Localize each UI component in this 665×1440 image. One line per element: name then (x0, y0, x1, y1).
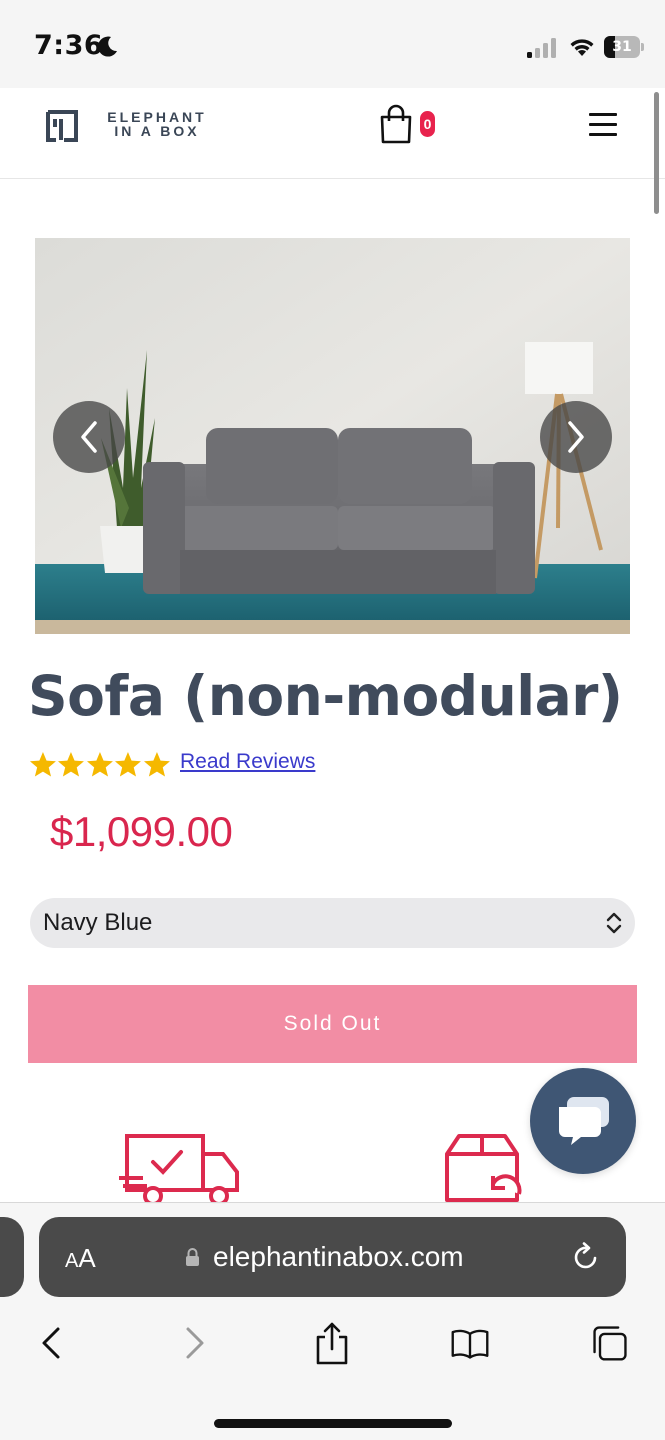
variant-selected-value: Navy Blue (43, 909, 153, 936)
logo-line-1: ELEPHANT (107, 109, 207, 125)
product-title: Sofa (non-modular) (28, 664, 623, 728)
color-variant-select[interactable]: Navy Blue (30, 898, 635, 948)
sold-out-button[interactable]: Sold Out (28, 985, 637, 1063)
product-price: $1,099.00 (50, 808, 233, 855)
lock-icon (186, 1248, 199, 1266)
bookmarks-icon[interactable] (450, 1321, 490, 1365)
return-box-icon (445, 1134, 522, 1202)
url-text: elephantinabox.com (213, 1241, 464, 1272)
carousel-prev-button[interactable] (53, 401, 125, 473)
chevron-right-icon (568, 421, 584, 453)
tabs-icon[interactable] (590, 1321, 630, 1365)
carousel-next-button[interactable] (540, 401, 612, 473)
product-image-carousel[interactable] (35, 238, 630, 634)
chat-icon (559, 1097, 609, 1145)
site-header: ELEPHANT IN A BOX 0 (0, 88, 665, 179)
star-icon (86, 752, 113, 777)
safari-toolbar: AA elephantinabox.com (0, 1202, 665, 1440)
logo-wordmark[interactable]: ELEPHANT IN A BOX (92, 110, 222, 138)
chat-widget-button[interactable] (530, 1068, 636, 1174)
wifi-icon (570, 39, 594, 56)
status-time: 7:36 (34, 30, 104, 61)
star-icon (115, 752, 142, 777)
moon-icon (98, 36, 117, 57)
reload-icon[interactable] (571, 1242, 601, 1272)
forward-icon[interactable] (174, 1321, 214, 1365)
chevron-left-icon (81, 421, 97, 453)
address-bar[interactable]: AA elephantinabox.com (39, 1217, 626, 1297)
cart-count-badge[interactable]: 0 (420, 111, 435, 137)
logo-line-2: IN A BOX (114, 123, 200, 139)
hamburger-menu-icon[interactable] (589, 113, 619, 139)
reader-aa-button[interactable]: AA (65, 1217, 96, 1297)
back-icon[interactable] (32, 1321, 72, 1365)
shopping-bag-icon[interactable] (379, 104, 413, 144)
share-icon[interactable] (312, 1321, 352, 1365)
previous-tab-url-bar[interactable] (0, 1217, 24, 1297)
scroll-indicator (654, 92, 659, 214)
home-indicator (214, 1419, 452, 1428)
battery-indicator: 31 (604, 36, 644, 58)
elephant-in-a-box-logo-icon[interactable] (46, 110, 78, 142)
star-icon (29, 752, 56, 777)
status-bar: 7:36 31 (0, 0, 665, 88)
read-reviews-link[interactable]: Read Reviews (180, 750, 315, 774)
cellular-signal-icon (527, 38, 556, 58)
battery-percent: 31 (612, 39, 632, 55)
star-icon (143, 752, 170, 777)
star-rating (29, 751, 171, 779)
chevron-up-down-icon (606, 912, 622, 934)
delivery-truck-icon (119, 1134, 239, 1204)
page: 7:36 31 ELEPHANT IN A BOX 0 Sofa (non-mo… (0, 0, 665, 1440)
star-icon (58, 752, 85, 777)
